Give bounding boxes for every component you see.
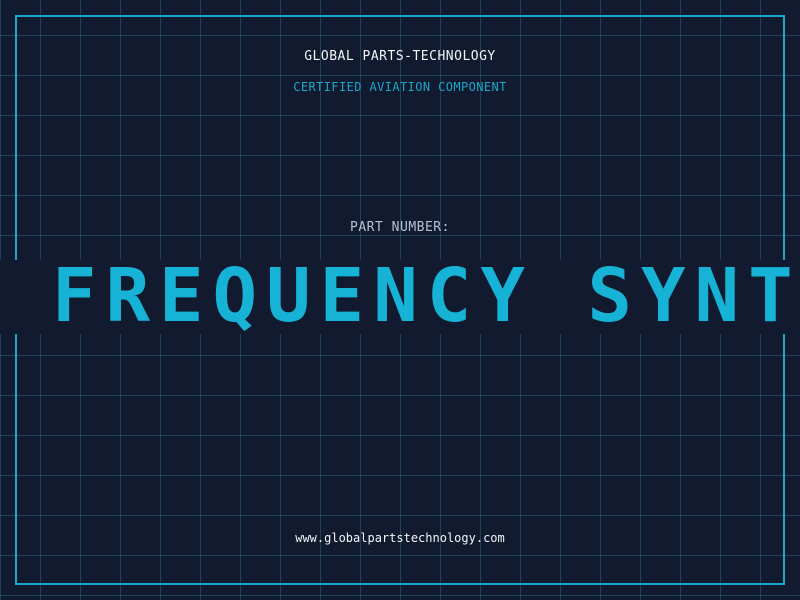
part-number-label: PART NUMBER:: [350, 220, 450, 235]
certification-tagline: CERTIFIED AVIATION COMPONENT: [293, 80, 507, 94]
website-link[interactable]: www.globalpartstechnology.com: [0, 531, 800, 545]
company-name: GLOBAL PARTS-TECHNOLOGY: [304, 49, 496, 64]
part-number-band: DIGITAL FREQUENCY SYNTHESIZER: [0, 260, 800, 334]
part-number-value: DIGITAL FREQUENCY SYNTHESIZER: [0, 260, 800, 334]
